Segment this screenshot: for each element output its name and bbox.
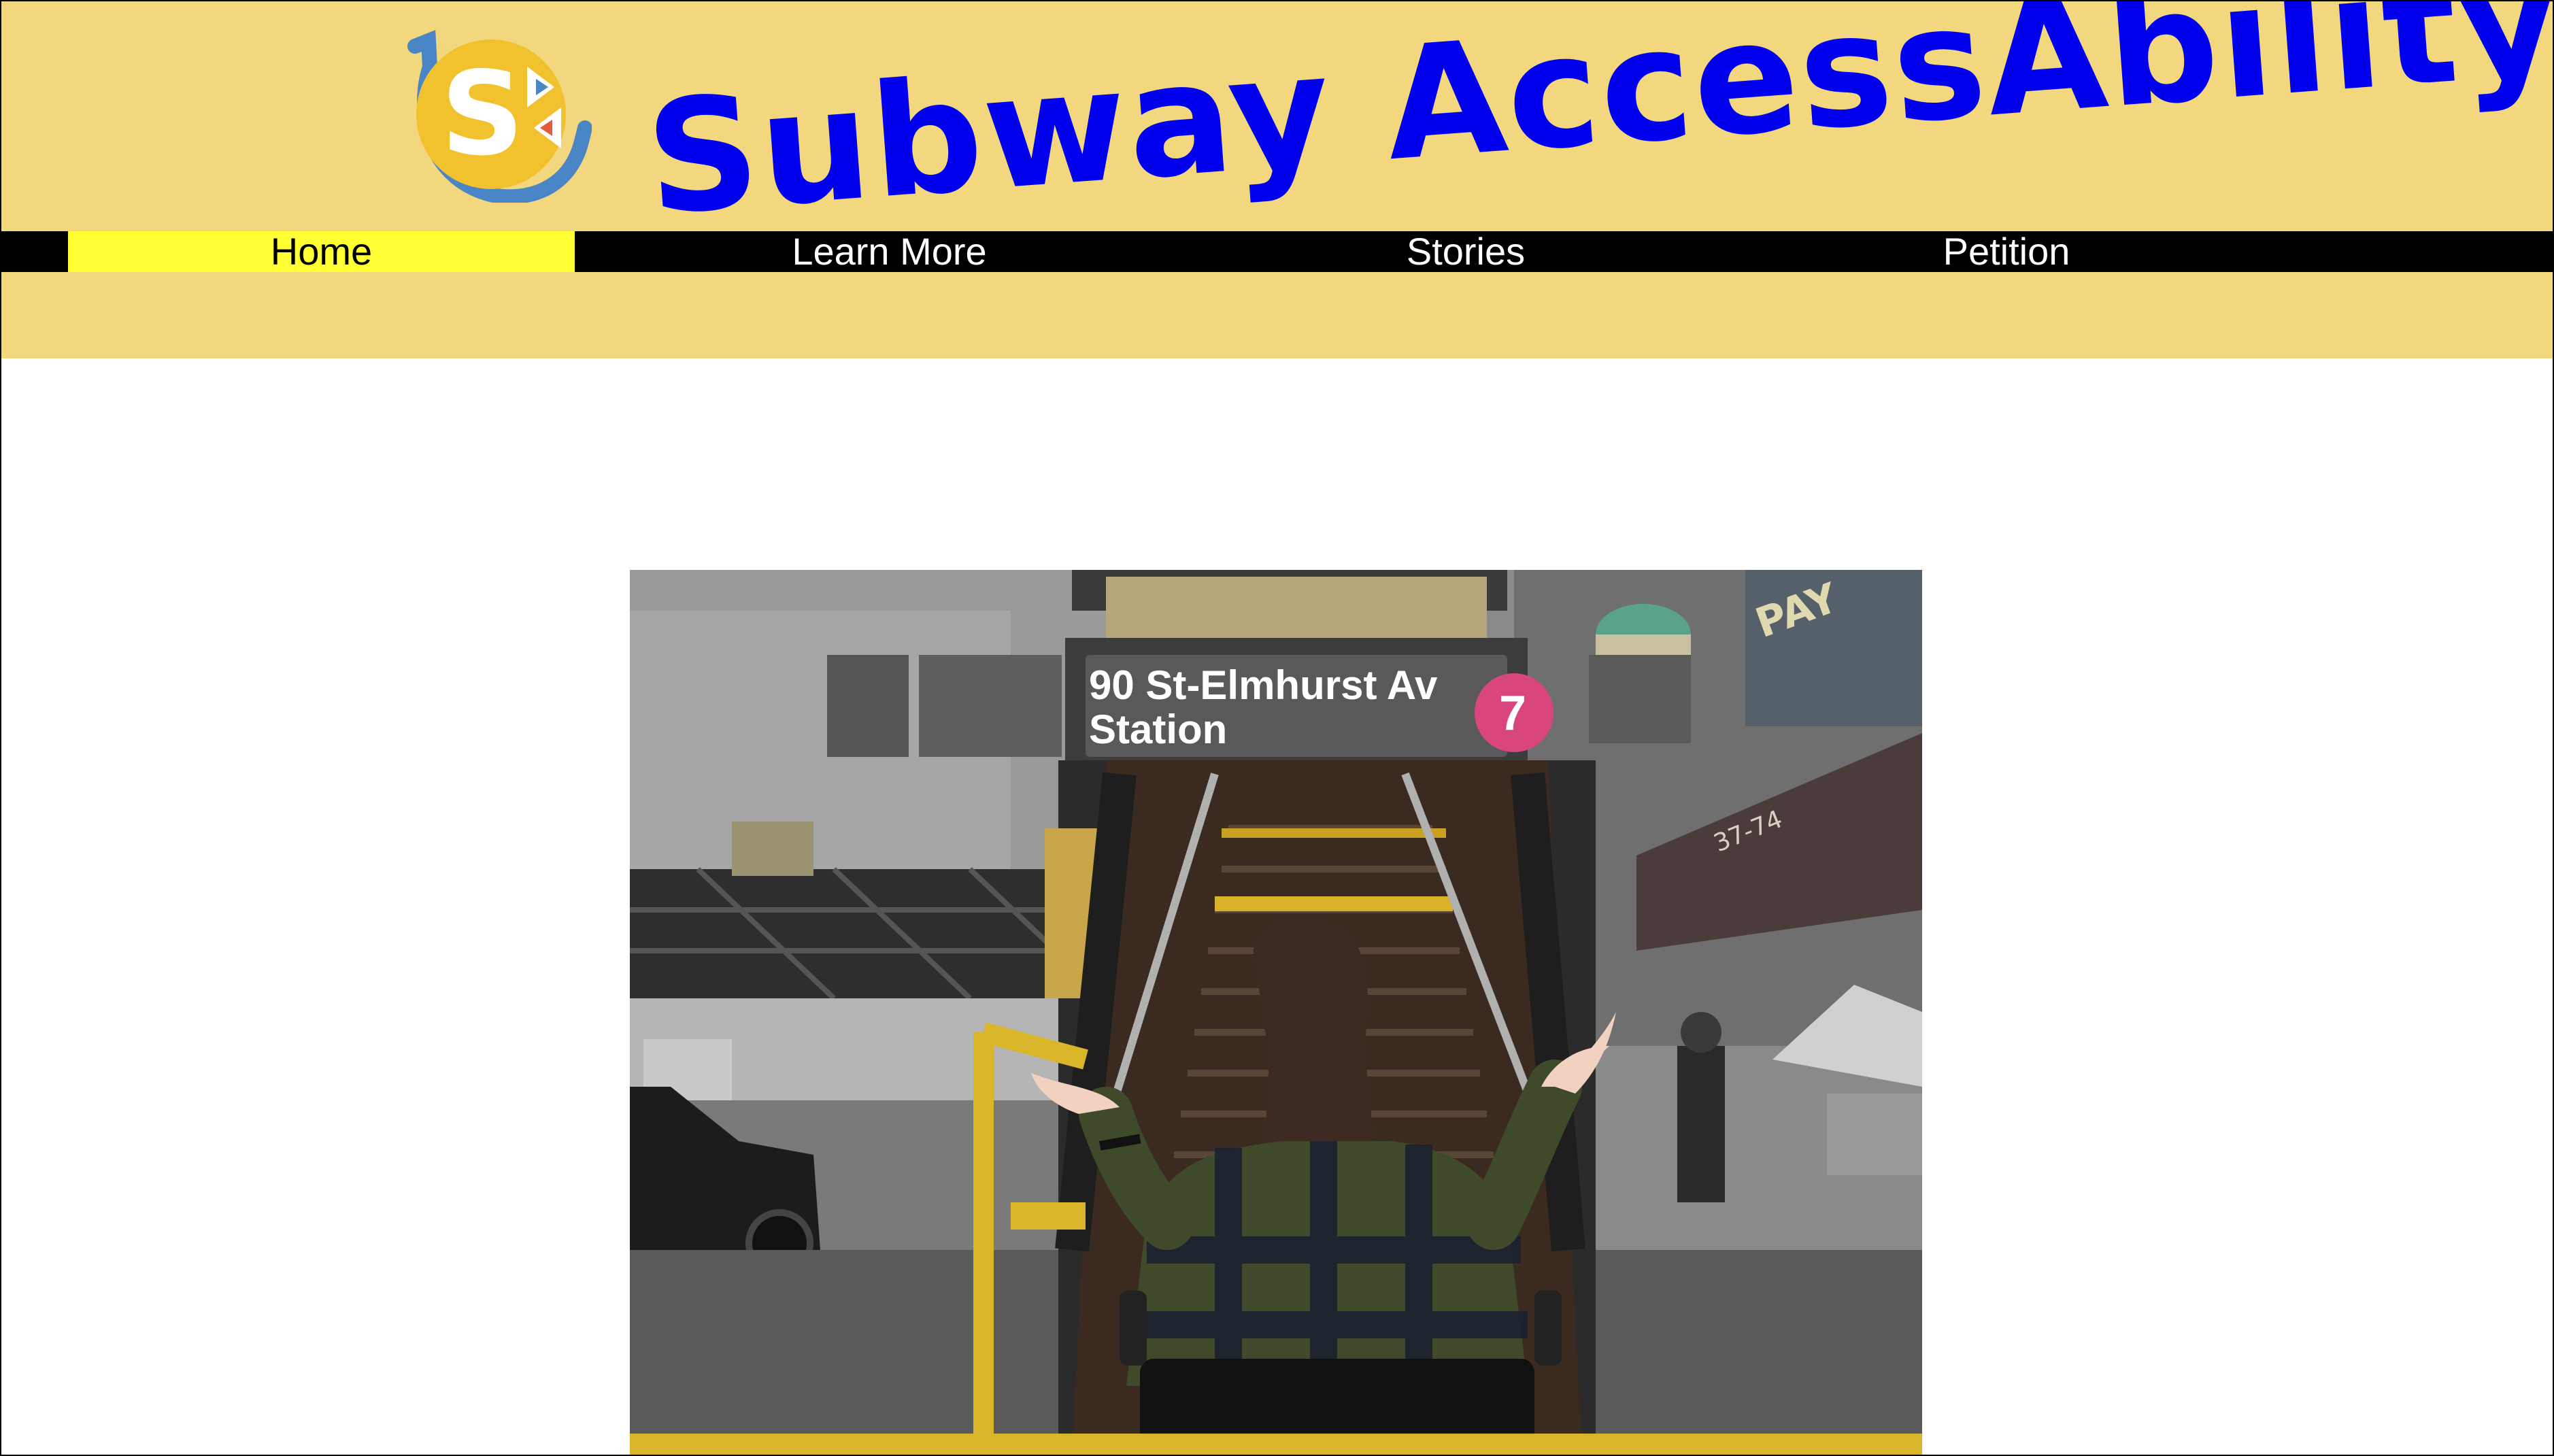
station-sign-line1: 90 St-Elmhurst Av xyxy=(1089,662,1438,708)
main-nav: Home Learn More Stories Petition xyxy=(0,231,2554,272)
nav-learn-more[interactable]: Learn More xyxy=(575,231,1204,272)
hero-photo: PAY 37-74 90 St-Elmhurst Av Station 7 xyxy=(630,570,1922,1456)
nav-petition[interactable]: Petition xyxy=(1728,231,2285,272)
nav-stories[interactable]: Stories xyxy=(1204,231,1728,272)
page: S Subway AccessAbility Home Learn More S… xyxy=(0,0,2554,1456)
site-title: Subway AccessAbility xyxy=(640,0,2554,250)
site-header: S Subway AccessAbility Home Learn More S… xyxy=(0,0,2554,358)
svg-text:S: S xyxy=(441,47,524,182)
nav-home[interactable]: Home xyxy=(68,231,575,272)
route-7-badge: 7 xyxy=(1499,686,1526,741)
station-sign-line2: Station xyxy=(1089,707,1227,752)
subway-accessability-logo-icon[interactable]: S xyxy=(388,26,592,205)
